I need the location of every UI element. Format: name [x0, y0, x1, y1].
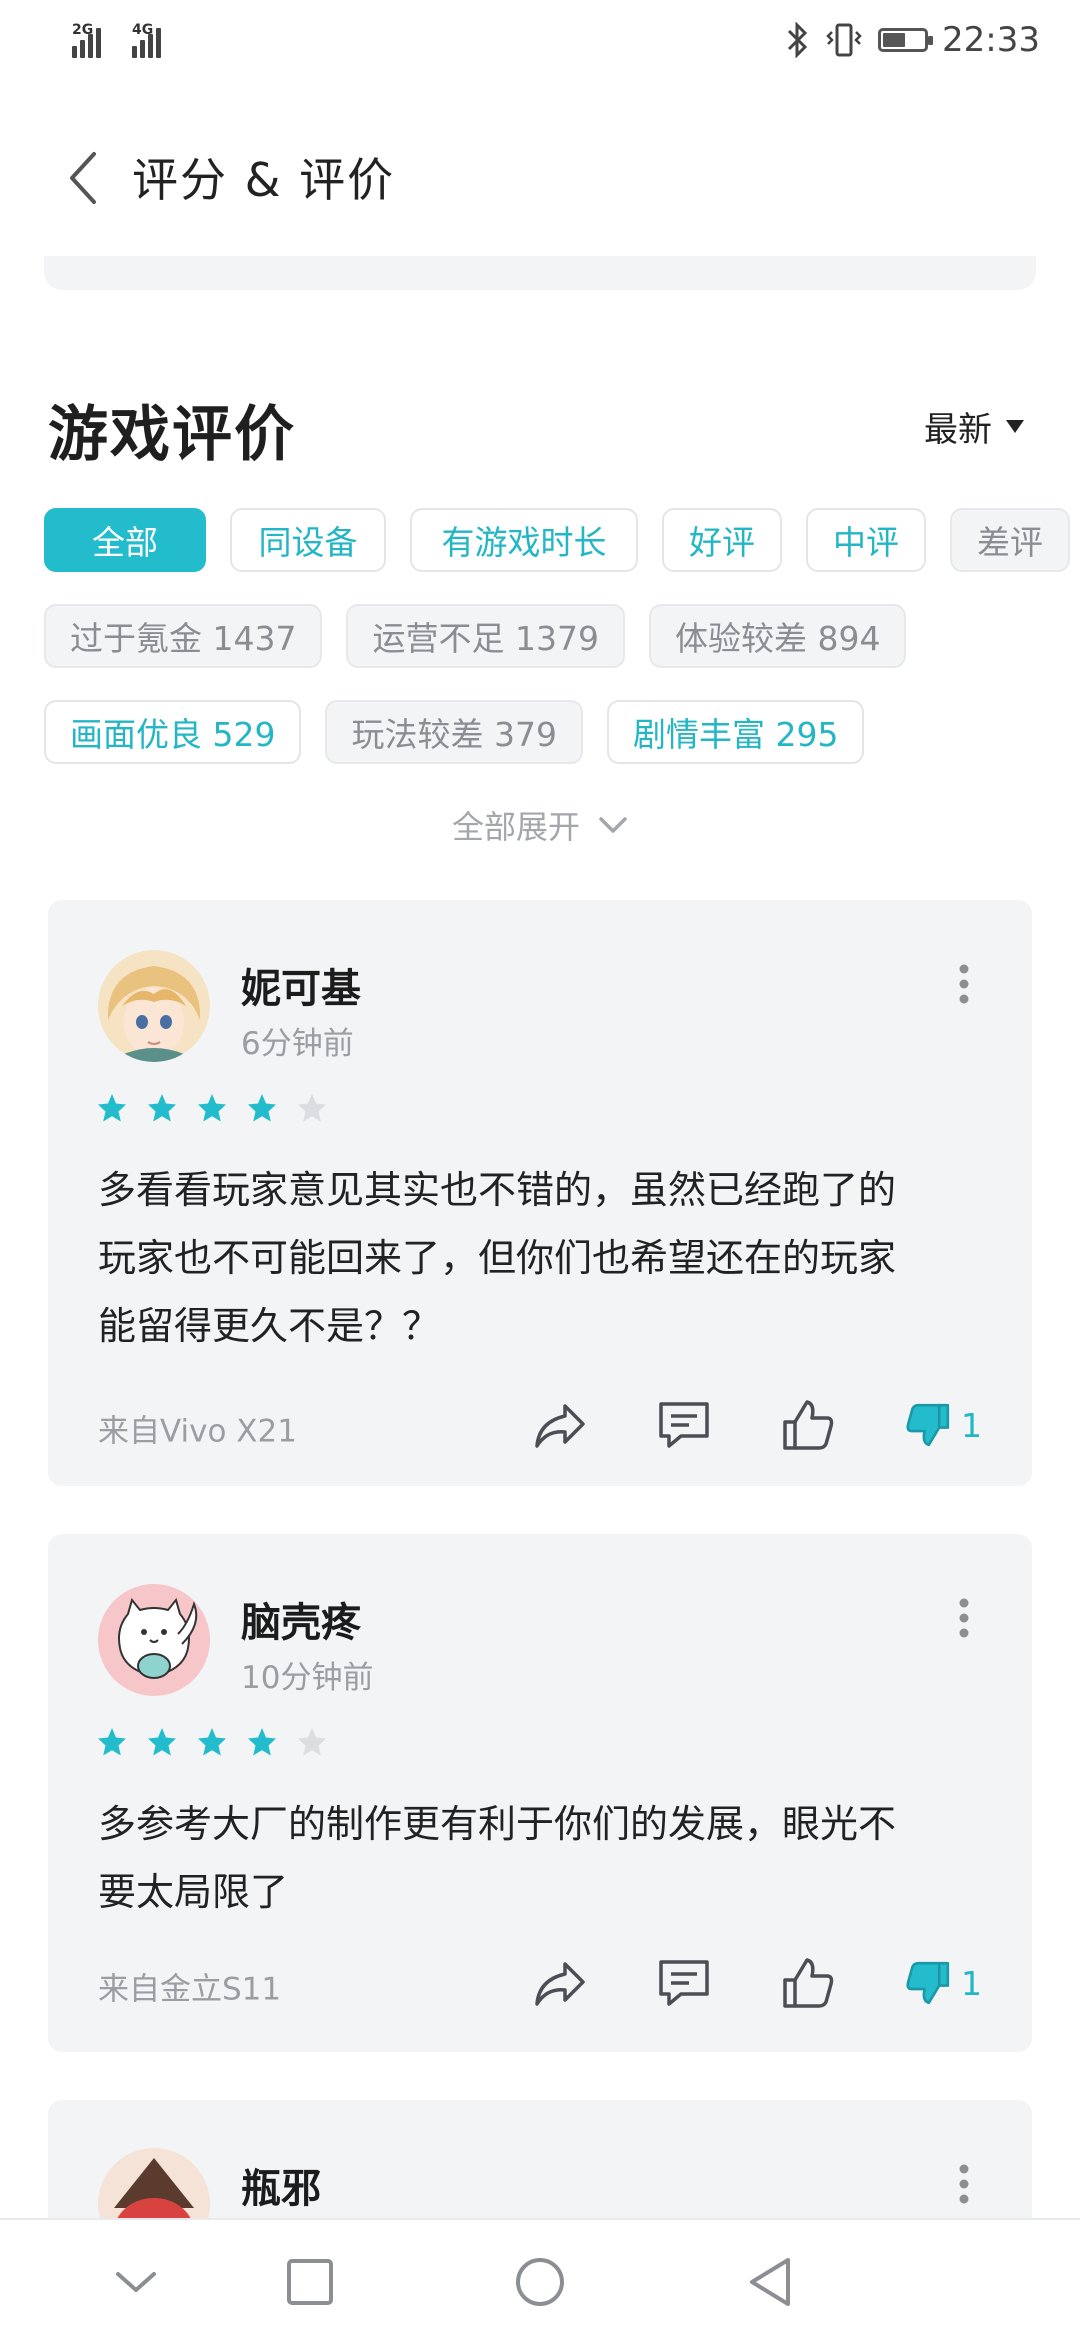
star-filled-icon	[198, 1728, 226, 1756]
review-text-line: 多看看玩家意见其实也不错的，虽然已经跑了的	[98, 1168, 897, 1212]
thumbs-up-icon	[783, 1958, 834, 2008]
chevron-down-icon	[599, 817, 627, 833]
app-header: 评分 & 评价	[0, 120, 1080, 230]
review-text-line: 能留得更久不是？？	[98, 1304, 441, 1348]
like-button[interactable]	[779, 1954, 837, 2012]
expand-all-button[interactable]: 全部展开	[0, 802, 1080, 848]
filter-chip-same-device[interactable]: 同设备	[230, 508, 386, 572]
share-icon	[535, 1962, 585, 2006]
more-options-icon[interactable]	[958, 2164, 970, 2204]
review-actions: 1	[465, 1396, 982, 1454]
share-button[interactable]	[531, 1396, 589, 1454]
filter-chip-play-time[interactable]: 有游戏时长	[410, 508, 638, 572]
review-text-line: 多参考大厂的制作更有利于你们的发展，眼光不	[98, 1802, 897, 1846]
review-text-line: 玩家也不可能回来了，但你们也希望还在的玩家	[98, 1236, 897, 1280]
comment-button[interactable]	[655, 1954, 713, 2012]
filter-row-3: 画面优良 529 玩法较差 379 剧情丰富 295	[44, 700, 865, 764]
avatar[interactable]	[98, 950, 210, 1062]
filter-row-2: 过于氪金 1437 运营不足 1379 体验较差 894	[44, 604, 907, 668]
previous-section-strip	[44, 256, 1036, 290]
share-button[interactable]	[531, 1954, 589, 2012]
device-label: 来自Vivo X21	[98, 1413, 297, 1450]
filter-chip-tag[interactable]: 玩法较差 379	[325, 700, 583, 764]
filter-chip-tag[interactable]: 剧情丰富 295	[606, 700, 865, 764]
username: 瓶邪	[241, 2166, 321, 2212]
username: 脑壳疼	[241, 1600, 361, 1646]
filter-chip-all[interactable]: 全部	[44, 508, 206, 572]
signal-2g-icon: 2G	[72, 22, 101, 58]
dropdown-triangle-icon	[1006, 420, 1024, 433]
review-time: 6分钟前	[241, 1026, 354, 1062]
thumbs-down-icon	[906, 1403, 950, 1447]
share-icon	[535, 1404, 585, 1448]
review-card: 脑壳疼 10分钟前 多参考大厂的制作更有利于你们的发展，眼光不 要太局限了 来自…	[48, 1534, 1032, 2052]
signal-4g-label: 4G	[132, 22, 154, 38]
avatar[interactable]	[98, 1584, 210, 1696]
page-title: 评分 & 评价	[132, 153, 396, 207]
battery-icon	[878, 28, 934, 52]
signal-2g-label: 2G	[72, 22, 94, 38]
more-options-icon[interactable]	[958, 1598, 970, 1638]
filter-chip-negative[interactable]: 差评	[950, 508, 1070, 572]
star-empty-icon	[298, 1728, 326, 1756]
dislike-button[interactable]: 1	[903, 1396, 982, 1454]
username: 妮可基	[241, 966, 361, 1012]
clock: 22:33	[942, 20, 1040, 60]
review-actions: 1	[465, 1954, 982, 2012]
star-filled-icon	[148, 1728, 176, 1756]
filter-chip-neutral[interactable]: 中评	[806, 508, 926, 572]
star-filled-icon	[98, 1728, 126, 1756]
filter-chip-positive[interactable]: 好评	[662, 508, 782, 572]
thumbs-up-icon	[783, 1400, 834, 1450]
expand-all-label: 全部展开	[451, 808, 580, 846]
comment-icon	[659, 1402, 709, 1448]
sort-dropdown[interactable]: 最新	[924, 402, 1024, 451]
status-right: 22:33	[786, 20, 1040, 60]
comment-icon	[659, 1960, 709, 2006]
filter-chip-tag[interactable]: 过于氪金 1437	[44, 604, 323, 668]
hide-keyboard-chevron-icon[interactable]	[108, 2254, 164, 2310]
recent-apps-icon[interactable]	[282, 2254, 338, 2310]
star-rating	[96, 1726, 328, 1758]
status-bar: 2G 4G 22:33	[0, 0, 1080, 90]
home-icon[interactable]	[512, 2254, 568, 2310]
review-card: 妮可基 6分钟前 多看看玩家意见其实也不错的，虽然已经跑了的 玩家也不可能回来了…	[48, 900, 1032, 1486]
dislike-button[interactable]: 1	[903, 1954, 982, 2012]
star-filled-icon	[248, 1728, 276, 1756]
more-options-icon[interactable]	[958, 964, 970, 1004]
filter-row-1: 全部 同设备 有游戏时长 好评 中评 差评	[44, 508, 1070, 572]
review-time: 10分钟前	[241, 1660, 374, 1696]
comment-button[interactable]	[655, 1396, 713, 1454]
back-arrow-icon[interactable]	[64, 148, 104, 208]
like-button[interactable]	[779, 1396, 837, 1454]
section-title: 游戏评价	[48, 400, 296, 470]
dislike-count: 1	[961, 1405, 982, 1445]
filter-chip-tag[interactable]: 体验较差 894	[648, 604, 907, 668]
bluetooth-icon	[787, 22, 808, 58]
dislike-count: 1	[961, 1963, 982, 2003]
vibrate-icon	[826, 23, 862, 57]
sort-label: 最新	[924, 410, 992, 450]
device-label: 来自金立S11	[98, 1971, 282, 2008]
review-text: 多参考大厂的制作更有利于你们的发展，眼光不 要太局限了	[98, 1790, 998, 1926]
review-text-line: 要太局限了	[98, 1870, 289, 1914]
thumbs-down-icon	[906, 1961, 950, 2005]
filter-chip-tag[interactable]: 画面优良 529	[44, 700, 302, 764]
system-nav-bar	[0, 2218, 1080, 2342]
back-nav-icon[interactable]	[742, 2254, 798, 2310]
review-text: 多看看玩家意见其实也不错的，虽然已经跑了的 玩家也不可能回来了，但你们也希望还在…	[98, 1060, 998, 1360]
filter-chip-tag[interactable]: 运营不足 1379	[346, 604, 625, 668]
signal-4g-icon: 4G	[132, 22, 161, 58]
